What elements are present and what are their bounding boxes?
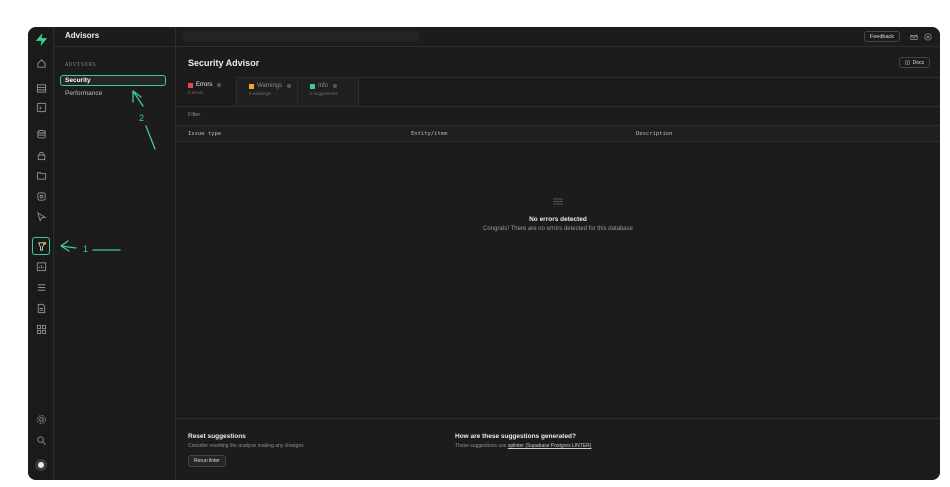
tab-errors[interactable]: Errors 0 errors: [176, 77, 237, 106]
breadcrumb-bar[interactable]: [183, 31, 419, 42]
table-editor-icon[interactable]: [34, 81, 48, 95]
help-icon[interactable]: [923, 32, 932, 41]
empty-state-title: No errors detected: [529, 216, 587, 223]
database-icon[interactable]: [34, 127, 48, 141]
tab-label: Info: [318, 83, 329, 89]
how-section: How are these suggestions generated? The…: [455, 433, 591, 449]
supabase-logo-icon[interactable]: [34, 32, 49, 47]
how-desc-text: These suggestions use: [455, 443, 507, 449]
docs-label: Docs: [912, 59, 924, 66]
list-icon: [553, 198, 563, 205]
empty-state: No errors detected Congrats! There are n…: [176, 198, 940, 232]
home-icon[interactable]: [34, 56, 48, 70]
info-icon: [333, 84, 338, 88]
tab-label: Errors: [196, 82, 213, 88]
notifications-icon[interactable]: [909, 32, 918, 41]
realtime-icon[interactable]: [34, 209, 48, 223]
page-title: Security Advisor: [188, 58, 260, 68]
top-bar: Feedback: [176, 27, 940, 47]
filter-input[interactable]: Filter: [188, 112, 200, 118]
splinter-link[interactable]: splinter (Supabase Postgres LINTER): [508, 443, 592, 449]
advisors-sidebar: Advisors ADVISORS Security Performance: [54, 27, 176, 480]
empty-state-description: Congrats! There are no errors detected f…: [483, 226, 633, 232]
tab-warnings[interactable]: Warnings 0 warnings: [237, 77, 298, 106]
tab-info[interactable]: Info 0 suggestions: [298, 77, 359, 106]
tab-label: Warnings: [257, 83, 283, 89]
table-header: Issue type Entity/item Description: [176, 126, 940, 142]
filter-bar: Filter: [176, 106, 940, 126]
sql-editor-icon[interactable]: [34, 100, 48, 114]
sidebar-title: Advisors: [54, 27, 175, 47]
footer-panel: Reset suggestions Consider resetting the…: [176, 418, 940, 480]
docs-button[interactable]: Docs: [898, 57, 930, 68]
info-icon: [287, 84, 292, 88]
sidebar-item-security[interactable]: Security: [60, 75, 166, 86]
flag-icon: [310, 83, 315, 89]
api-docs-icon[interactable]: [34, 301, 48, 315]
how-title: How are these suggestions generated?: [455, 433, 577, 440]
icon-rail: [28, 27, 54, 480]
sidebar-section-label: ADVISORS: [65, 62, 97, 68]
tab-count: 0 errors: [188, 90, 204, 95]
rerun-linter-button[interactable]: Rerun linter: [188, 455, 226, 467]
tab-count: 0 suggestions: [310, 91, 338, 96]
feedback-button[interactable]: Feedback: [863, 31, 900, 42]
info-icon: [217, 83, 222, 87]
flag-icon: [249, 83, 254, 89]
reset-title: Reset suggestions: [188, 433, 246, 440]
auth-icon[interactable]: [34, 148, 48, 162]
column-header-issue-type: Issue type: [188, 131, 222, 137]
how-description: These suggestions use splinter (Supabase…: [455, 443, 591, 449]
app-window: Advisors ADVISORS Security Performance F…: [28, 27, 940, 480]
edge-functions-icon[interactable]: [34, 189, 48, 203]
severity-tabs: Errors 0 errors Warnings 0 warnings Info: [176, 77, 359, 106]
column-header-entity: Entity/item: [411, 131, 448, 137]
main-content: Security Advisor Docs Errors 0 errors Wa…: [176, 47, 940, 480]
advisors-icon[interactable]: [32, 237, 50, 255]
column-header-description: Description: [636, 131, 673, 137]
reports-icon[interactable]: [34, 259, 48, 273]
settings-icon[interactable]: [34, 412, 48, 426]
tab-count: 0 warnings: [249, 91, 271, 96]
avatar[interactable]: [35, 459, 47, 471]
reset-section: Reset suggestions Consider resetting the…: [188, 433, 304, 467]
search-icon[interactable]: [34, 433, 48, 447]
storage-icon[interactable]: [34, 168, 48, 182]
logs-icon[interactable]: [34, 280, 48, 294]
integrations-icon[interactable]: [34, 322, 48, 336]
reset-description: Consider resetting the analysis making a…: [188, 443, 304, 449]
flag-icon: [188, 82, 193, 88]
sidebar-item-performance[interactable]: Performance: [60, 88, 166, 99]
book-icon: [904, 60, 910, 65]
